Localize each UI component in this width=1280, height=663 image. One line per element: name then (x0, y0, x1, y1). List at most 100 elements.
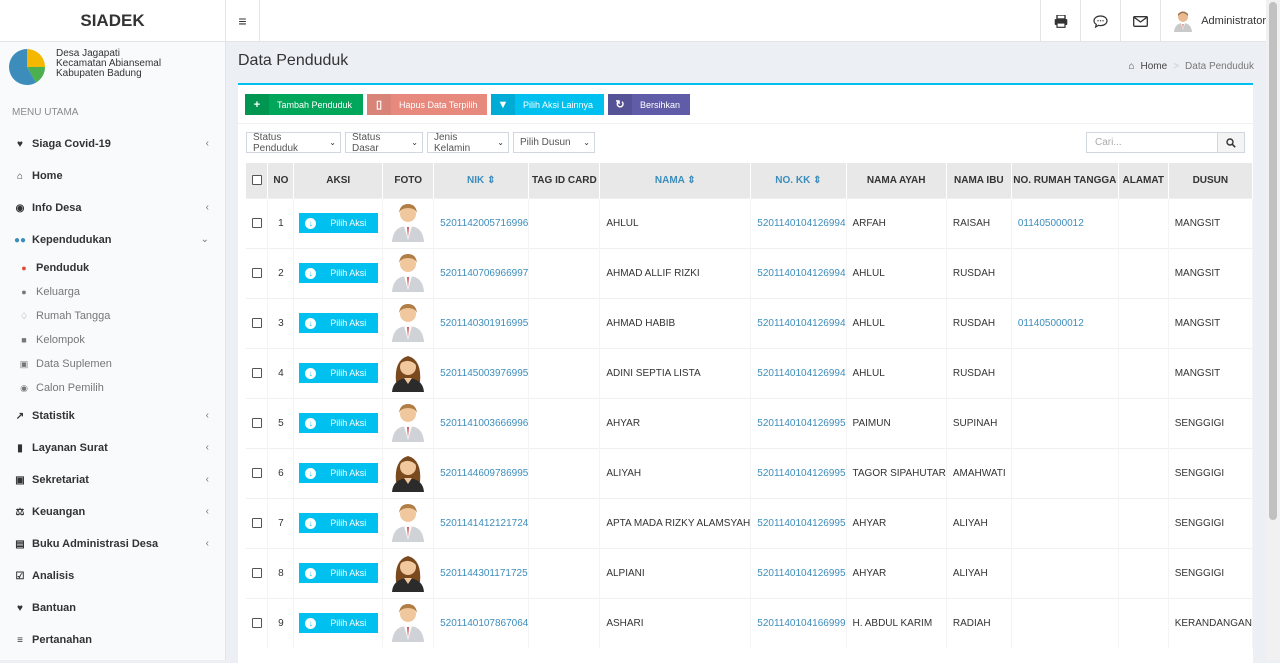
cell-no-kk[interactable]: 5201140104166999 (750, 597, 847, 648)
hapus-data-terpilih-button[interactable]: ▯ Hapus Data Terpilih (367, 94, 487, 115)
sidebar-item-bantuan[interactable]: ♥ Bantuan (0, 592, 225, 624)
sidebar-subitem-rumah-tangga[interactable]: ♢ Rumah Tangga (0, 304, 225, 328)
cell-nik[interactable]: 5201144301171725 (433, 547, 530, 598)
cell-no-rumah-tangga[interactable] (1011, 447, 1119, 498)
cell-no-kk[interactable]: 5201140104126994 (750, 247, 847, 298)
heart-icon: ♥ (17, 602, 23, 614)
pilih-dusun-select[interactable]: Pilih Dusun ⌄ (513, 132, 595, 153)
pilih-aksi-button[interactable]: ↓ Pilih Aksi (298, 513, 378, 533)
pilih-aksi-button[interactable]: ↓ Pilih Aksi (298, 563, 378, 583)
pilih-aksi-button[interactable]: ↓ Pilih Aksi (298, 613, 378, 634)
row-checkbox[interactable] (251, 567, 262, 578)
female-avatar-photo[interactable] (388, 452, 428, 495)
cell-no-kk[interactable]: 5201140104126994 (750, 197, 847, 248)
scrollbar-thumb[interactable] (1269, 2, 1277, 520)
cell-nik[interactable]: 5201140301916995 (433, 297, 530, 348)
status-penduduk-select[interactable]: Status Penduduk ⌄ (246, 132, 341, 154)
cell-no-kk[interactable]: 5201140104126994 (750, 297, 847, 348)
cell-nik[interactable]: 5201142005716996 (433, 197, 530, 248)
pilih-aksi-button[interactable]: ↓ Pilih Aksi (298, 263, 378, 283)
cell-no-rumah-tangga[interactable] (1011, 347, 1119, 398)
cell-nik[interactable]: 5201145003976995 (433, 347, 530, 398)
pilih-aksi-button[interactable]: ↓ Pilih Aksi (298, 313, 378, 333)
button-label: Pilih Aksi (330, 618, 367, 629)
cell-nik[interactable]: 5201140706966997 (433, 247, 530, 298)
cell-no-kk[interactable]: 5201140104126995 (750, 497, 847, 548)
sidebar-subitem-penduduk[interactable]: ● Penduduk (0, 256, 225, 280)
column-header-no-kk[interactable]: NO. KK ⇕ (750, 163, 847, 198)
sidebar-item-layanan-surat[interactable]: ▮ Layanan Surat ‹ (0, 432, 225, 464)
male-avatar-photo[interactable] (390, 202, 426, 245)
male-avatar-photo[interactable] (390, 402, 426, 445)
row-checkbox[interactable] (251, 317, 262, 328)
pilih-aksi-button[interactable]: ↓ Pilih Aksi (298, 213, 378, 233)
cell-no-rumah-tangga[interactable] (1011, 547, 1119, 598)
female-avatar-photo[interactable] (388, 352, 428, 395)
mail-button[interactable] (1120, 0, 1160, 42)
status-dasar-select[interactable]: Status Dasar ⌄ (345, 132, 423, 154)
page-scrollbar[interactable] (1266, 0, 1280, 660)
tambah-penduduk-button[interactable]: + Tambah Penduduk (245, 94, 363, 115)
sidebar-subitem-keluarga[interactable]: ● Keluarga (0, 280, 225, 304)
row-checkbox[interactable] (251, 467, 262, 478)
row-checkbox[interactable] (251, 517, 262, 528)
sidebar-item-analisis[interactable]: ☑ Analisis (0, 560, 225, 592)
cell-nik[interactable]: 5201144609786995 (433, 447, 530, 498)
male-avatar-photo[interactable] (390, 302, 426, 345)
cell-no-rumah-tangga[interactable]: 011405000012 (1011, 297, 1119, 348)
print-button[interactable] (1040, 0, 1080, 42)
cell-no-rumah-tangga[interactable] (1011, 397, 1119, 448)
cell-nik[interactable]: 5201140107867064 (433, 597, 530, 648)
select-all-checkbox[interactable] (251, 175, 262, 186)
pilih-aksi-button[interactable]: ↓ Pilih Aksi (298, 463, 378, 483)
column-header-nama[interactable]: NAMA ⇕ (599, 163, 752, 198)
female-avatar-photo[interactable] (388, 552, 428, 595)
cell-no-kk[interactable]: 5201140104126995 (750, 547, 847, 598)
username: Administrator (1201, 15, 1266, 27)
breadcrumb-home-link[interactable]: Home (1141, 61, 1168, 72)
male-avatar-photo[interactable] (390, 502, 426, 545)
cell-no-kk[interactable]: 5201140104126995 (750, 447, 847, 498)
row-checkbox[interactable] (251, 417, 262, 428)
cell-no-rumah-tangga[interactable] (1011, 247, 1119, 298)
search-input[interactable]: Cari... (1086, 132, 1218, 153)
cell-nik[interactable]: 5201141003666996 (433, 397, 530, 448)
row-checkbox[interactable] (251, 217, 262, 228)
sidebar-item-buku-administrasi[interactable]: ▤ Buku Administrasi Desa ‹ (0, 528, 225, 560)
pilih-aksi-lainnya-button[interactable]: ▼ Pilih Aksi Lainnya (491, 94, 604, 115)
sidebar-subitem-data-suplemen[interactable]: ▣ Data Suplemen (0, 352, 225, 376)
app-brand[interactable]: SIADEK (0, 0, 226, 42)
sidebar-subitem-kelompok[interactable]: ■ Kelompok (0, 328, 225, 352)
row-checkbox[interactable] (251, 267, 262, 278)
pilih-aksi-button[interactable]: ↓ Pilih Aksi (298, 413, 378, 433)
male-avatar-photo[interactable] (390, 252, 426, 295)
column-header-nik[interactable]: NIK ⇕ (433, 163, 530, 198)
cell-no-rumah-tangga[interactable] (1011, 597, 1119, 648)
row-checkbox[interactable] (251, 618, 262, 629)
cell-no-kk[interactable]: 5201140104126995 (750, 397, 847, 448)
jenis-kelamin-select[interactable]: Jenis Kelamin ⌄ (427, 132, 509, 154)
plus-icon: + (245, 94, 269, 115)
cell-nik[interactable]: 5201141412121724 (433, 497, 530, 548)
bersihkan-button[interactable]: ↻ Bersihkan (608, 94, 690, 115)
sidebar-item-info-desa[interactable]: ◉ Info Desa ‹ (0, 192, 225, 224)
cell-no-rumah-tangga[interactable] (1011, 497, 1119, 548)
pilih-aksi-button[interactable]: ↓ Pilih Aksi (298, 363, 378, 383)
cell-no-rumah-tangga[interactable]: 011405000012 (1011, 197, 1119, 248)
sidebar-item-kependudukan[interactable]: ●● Kependudukan ⌄ (0, 224, 225, 256)
sidebar-item-siaga-covid[interactable]: ♥ Siaga Covid-19 ‹ (0, 128, 225, 160)
archive-icon: ▣ (15, 474, 25, 486)
sidebar-item-sekretariat[interactable]: ▣ Sekretariat ‹ (0, 464, 225, 496)
search-button[interactable] (1218, 132, 1245, 153)
sidebar-toggle-button[interactable]: ≡ (226, 0, 260, 42)
cell-no-kk[interactable]: 5201140104126994 (750, 347, 847, 398)
sidebar-item-pertanahan[interactable]: ≡ Pertanahan (0, 624, 225, 656)
sidebar-item-home[interactable]: ⌂ Home (0, 160, 225, 192)
sidebar-item-keuangan[interactable]: ⚖ Keuangan ‹ (0, 496, 225, 528)
male-avatar-photo[interactable] (390, 602, 426, 645)
sidebar-item-statistik[interactable]: ↗ Statistik ‹ (0, 400, 225, 432)
user-menu[interactable]: Administrator (1160, 0, 1280, 42)
row-checkbox[interactable] (251, 367, 262, 378)
messages-button[interactable] (1080, 0, 1120, 42)
sidebar-subitem-calon-pemilih[interactable]: ◉ Calon Pemilih (0, 376, 225, 400)
